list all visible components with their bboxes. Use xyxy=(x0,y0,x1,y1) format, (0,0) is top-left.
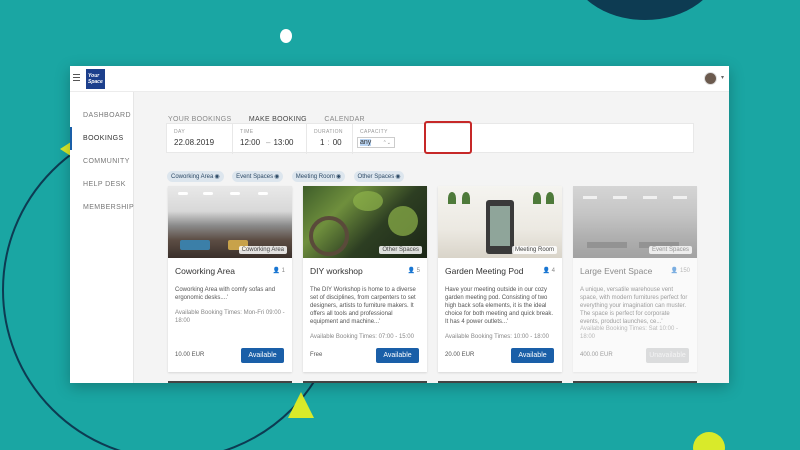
unavailable-button[interactable]: Unavailable xyxy=(646,348,689,363)
duration-filter: DURATION 1:00 xyxy=(307,124,353,154)
top-bar: Your Space ▾ xyxy=(70,66,729,92)
sidebar-item-bookings[interactable]: BOOKINGS xyxy=(70,127,133,150)
booking-times: Available Booking Times: 10:00 - 18:00 xyxy=(445,334,549,340)
space-description: A unique, versatile warehouse vent space… xyxy=(580,287,688,325)
eye-icon: ◉ xyxy=(214,174,220,180)
duration-minutes-input[interactable]: 00 xyxy=(333,138,342,147)
available-button[interactable]: Available xyxy=(376,348,419,363)
capacity-indicator: 👤 1 xyxy=(273,267,286,274)
sidebar-item-community[interactable]: COMMUNITY xyxy=(70,150,133,173)
space-description: The DIY Workshop is home to a diverse se… xyxy=(310,287,416,325)
capacity-select[interactable]: any ⌃⌄ xyxy=(357,137,395,148)
person-icon: 👤 xyxy=(542,268,550,274)
space-card-diy-workshop[interactable]: Other Spaces DIY workshop 👤 5 The DIY Wo… xyxy=(303,186,427,372)
eye-icon: ◉ xyxy=(335,174,342,180)
space-card-coworking-area[interactable]: Coworking Area Coworking Area 👤 1 Cowork… xyxy=(168,186,292,372)
capacity-filter: CAPACITY any ⌃⌄ xyxy=(353,124,399,154)
sidebar-item-membership[interactable]: MEMBERSHIP xyxy=(70,196,134,219)
eye-icon: ◉ xyxy=(395,174,401,180)
capacity-indicator: 👤 4 xyxy=(543,267,556,274)
person-icon: 👤 xyxy=(670,268,679,274)
space-type-tag: Other Spaces xyxy=(379,246,422,254)
space-photo: Event Spaces xyxy=(573,186,697,258)
day-label: DAY xyxy=(174,129,186,135)
capacity-count: 1 xyxy=(281,268,285,274)
decorative-white-dot xyxy=(280,29,292,43)
app-window: Your Space ▾ DASHBOARD BOOKINGS COMMUNIT… xyxy=(70,66,729,383)
person-icon: 👤 xyxy=(272,268,280,274)
space-title: Large Event Space xyxy=(580,266,653,276)
capacity-highlight-box xyxy=(424,121,472,154)
time-from-input[interactable]: 12:00 xyxy=(240,138,260,147)
capacity-indicator: 👤 5 xyxy=(408,267,421,274)
capacity-indicator: 👤 150 xyxy=(671,267,690,274)
sidebar: DASHBOARD BOOKINGS COMMUNITY HELP DESK M… xyxy=(70,92,134,383)
time-filter: TIME 12:00–13:00 xyxy=(233,124,307,154)
capacity-value: any xyxy=(360,139,372,146)
chip-coworking-area[interactable]: Coworking Area◉ xyxy=(167,171,224,182)
booking-times: Available Booking Times: 07:00 - 15:00 xyxy=(310,334,414,340)
chip-event-spaces[interactable]: Event Spaces◉ xyxy=(232,171,284,182)
space-photo: Coworking Area xyxy=(168,186,292,258)
day-value[interactable]: 22.08.2019 xyxy=(174,138,232,147)
space-price: 400.00 EUR xyxy=(580,352,613,358)
time-separator: – xyxy=(266,138,271,147)
person-icon: 👤 xyxy=(407,268,415,274)
booking-times: Available Booking Times: Sat 10:00 - 18:… xyxy=(580,326,678,340)
capacity-count: 4 xyxy=(551,268,555,274)
duration-separator: : xyxy=(327,138,330,147)
next-row-card-peek xyxy=(168,381,292,383)
chevron-down-icon[interactable]: ▾ xyxy=(721,74,724,81)
duration-hours-input[interactable]: 1 xyxy=(320,138,324,147)
space-type-tag: Coworking Area xyxy=(238,246,287,254)
chevron-updown-icon: ⌃⌄ xyxy=(382,140,391,146)
available-button[interactable]: Available xyxy=(511,348,554,363)
available-button[interactable]: Available xyxy=(241,348,284,363)
next-row-card-peek xyxy=(438,381,562,383)
decorative-lime-dot xyxy=(693,432,725,450)
space-card-large-event-space[interactable]: Event Spaces Large Event Space 👤 150 A u… xyxy=(573,186,697,372)
brand-logo[interactable]: Your Space xyxy=(86,69,105,89)
chip-label: Other Spaces xyxy=(357,174,395,180)
chip-label: Coworking Area xyxy=(171,174,214,180)
chip-other-spaces[interactable]: Other Spaces◉ xyxy=(353,171,405,182)
space-photo: Other Spaces xyxy=(303,186,427,258)
decorative-dark-arc xyxy=(570,0,720,20)
sidebar-item-dashboard[interactable]: DASHBOARD xyxy=(70,104,133,127)
duration-label: DURATION xyxy=(314,129,343,135)
space-type-tag: Event Spaces xyxy=(648,246,692,254)
space-price: 10.00 EUR xyxy=(175,352,205,358)
chip-meeting-room[interactable]: Meeting Room◉ xyxy=(291,171,346,182)
next-row-card-peek xyxy=(303,381,427,383)
user-avatar[interactable] xyxy=(704,72,717,85)
space-title: Coworking Area xyxy=(175,266,236,276)
space-type-tag: Meeting Room xyxy=(511,246,557,254)
capacity-count: 150 xyxy=(679,268,690,274)
next-row-card-peek xyxy=(573,381,697,383)
booking-times: Available Booking Times: Mon-Fri 09:00 -… xyxy=(175,310,285,324)
space-price: Free xyxy=(310,352,323,358)
space-description: Coworking Area with comfy sofas and ergo… xyxy=(175,287,276,301)
day-filter[interactable]: DAY 22.08.2019 xyxy=(167,124,233,154)
time-to-input[interactable]: 13:00 xyxy=(273,138,293,147)
booking-tabs: YOUR BOOKINGS MAKE BOOKING CALENDAR xyxy=(168,108,378,128)
time-label: TIME xyxy=(240,129,254,135)
space-title: DIY workshop xyxy=(310,266,363,276)
capacity-count: 5 xyxy=(416,268,420,274)
sidebar-item-help-desk[interactable]: HELP DESK xyxy=(70,173,133,196)
space-price: 20.00 EUR xyxy=(445,352,475,358)
chip-label: Meeting Room xyxy=(295,174,335,180)
space-photo: Meeting Room xyxy=(438,186,562,258)
eye-icon: ◉ xyxy=(274,174,280,180)
space-title: Garden Meeting Pod xyxy=(445,266,524,276)
decorative-triangle-bottom xyxy=(288,392,314,418)
space-card-garden-meeting-pod[interactable]: Meeting Room Garden Meeting Pod 👤 4 Have… xyxy=(438,186,562,372)
space-description: Have your meeting outside in our cozy ga… xyxy=(445,287,554,325)
capacity-label: CAPACITY xyxy=(360,129,388,135)
category-chips: Coworking Area◉ Event Spaces◉ Meeting Ro… xyxy=(167,165,408,183)
hamburger-menu-icon[interactable] xyxy=(73,74,80,81)
chip-label: Event Spaces xyxy=(236,174,274,180)
main-content: YOUR BOOKINGS MAKE BOOKING CALENDAR DAY … xyxy=(134,92,729,383)
